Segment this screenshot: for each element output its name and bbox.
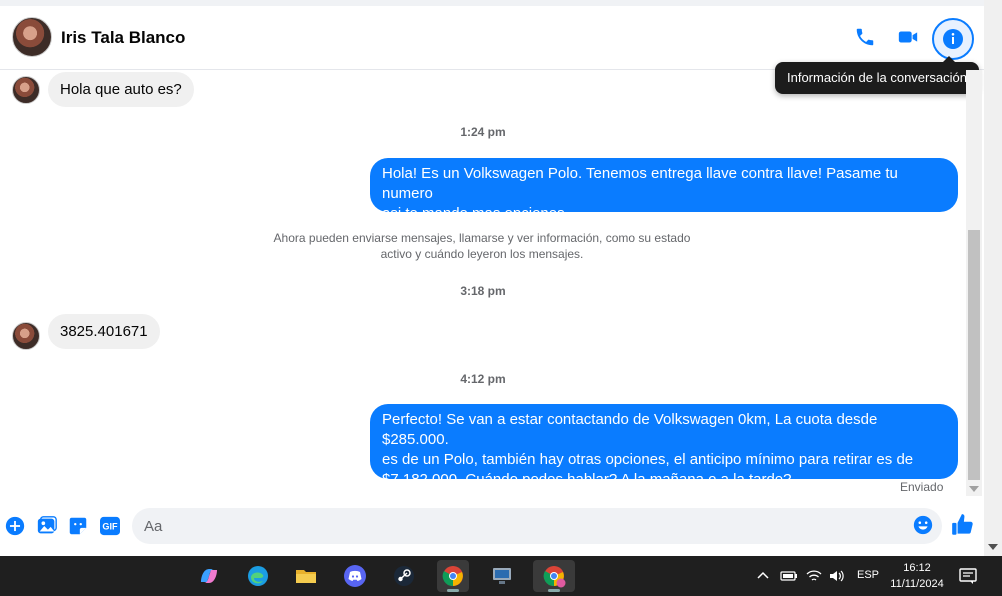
message-line: asi te mando mas opciones. bbox=[382, 205, 569, 222]
sticker-icon[interactable] bbox=[66, 514, 90, 538]
message-scrollbar[interactable] bbox=[966, 70, 982, 496]
message-line: Hola! Es un Volkswagen Polo. Tenemos ent… bbox=[382, 165, 898, 202]
system-notice: Ahora pueden enviarse mensajes, llamarse… bbox=[262, 230, 702, 262]
incoming-message[interactable]: Hola que auto es? bbox=[48, 72, 194, 107]
edge-icon[interactable] bbox=[242, 560, 274, 592]
message-line: Perfecto! Se van a estar contactando de … bbox=[382, 411, 878, 448]
battery-icon[interactable] bbox=[780, 556, 798, 596]
chrome-profile-icon[interactable] bbox=[533, 560, 575, 592]
page-scrollbar[interactable] bbox=[984, 0, 1002, 556]
system-notice-line: Ahora pueden enviarse mensajes, llamarse… bbox=[273, 231, 691, 245]
contact-name[interactable]: Iris Tala Blanco bbox=[61, 28, 185, 48]
message-line: $7.182.000. Cuándo podes hablar? A la ma… bbox=[382, 471, 792, 488]
active-indicator bbox=[447, 589, 459, 592]
chrome-icon[interactable] bbox=[437, 560, 469, 592]
clock-date: 11/11/2024 bbox=[890, 578, 944, 590]
plus-icon[interactable] bbox=[3, 514, 27, 538]
windows-taskbar: ESP 16:12 11/11/2024 bbox=[0, 556, 1002, 596]
language-indicator[interactable]: ESP bbox=[857, 569, 879, 581]
info-icon[interactable] bbox=[932, 18, 974, 60]
copilot-icon[interactable] bbox=[193, 560, 225, 592]
like-icon[interactable] bbox=[950, 512, 976, 538]
volume-icon[interactable] bbox=[829, 556, 845, 596]
incoming-message[interactable]: 3825.401671 bbox=[48, 314, 160, 349]
timestamp: 4:12 pm bbox=[460, 372, 506, 386]
remote-desktop-icon[interactable] bbox=[486, 560, 518, 592]
video-camera-icon[interactable] bbox=[891, 20, 925, 54]
outgoing-message[interactable]: Perfecto! Se van a estar contactando de … bbox=[370, 404, 958, 488]
clock-time: 16:12 bbox=[903, 562, 931, 574]
scroll-down-arrow-icon[interactable] bbox=[969, 486, 979, 492]
message-line: es de un Polo, también hay otras opcione… bbox=[382, 451, 914, 468]
steam-icon[interactable] bbox=[388, 560, 420, 592]
system-clock[interactable]: 16:12 11/11/2024 bbox=[884, 560, 950, 592]
gif-icon[interactable]: GIF bbox=[98, 514, 122, 538]
wifi-icon[interactable] bbox=[806, 556, 822, 596]
system-notice-line: activo y cuándo leyeron los mensajes. bbox=[380, 247, 584, 261]
emoji-icon[interactable] bbox=[912, 514, 934, 536]
timestamp: 3:18 pm bbox=[460, 284, 506, 298]
sent-status: Enviado bbox=[900, 480, 944, 494]
page-scroll-down-arrow-icon[interactable] bbox=[988, 544, 998, 550]
message-input[interactable] bbox=[132, 508, 942, 544]
contact-avatar-small[interactable] bbox=[12, 76, 40, 104]
message-list[interactable]: Hola que auto es? 1:24 pm Hola! Es un Vo… bbox=[0, 70, 966, 500]
notification-icon[interactable] bbox=[958, 566, 978, 586]
conversation-header: Iris Tala Blanco bbox=[0, 0, 1002, 70]
scrollbar-thumb[interactable] bbox=[968, 230, 980, 480]
contact-avatar[interactable] bbox=[12, 17, 52, 57]
phone-icon[interactable] bbox=[848, 20, 882, 54]
gif-label: GIF bbox=[102, 522, 118, 532]
timestamp: 1:24 pm bbox=[460, 125, 506, 139]
active-indicator bbox=[548, 589, 560, 592]
composer: GIF bbox=[0, 504, 984, 550]
outgoing-message[interactable]: Hola! Es un Volkswagen Polo. Tenemos ent… bbox=[370, 158, 958, 222]
tray-chevron-up-icon[interactable] bbox=[756, 556, 770, 596]
discord-icon[interactable] bbox=[339, 560, 371, 592]
file-explorer-icon[interactable] bbox=[290, 560, 322, 592]
image-icon[interactable] bbox=[35, 514, 59, 538]
contact-avatar-small[interactable] bbox=[12, 322, 40, 350]
